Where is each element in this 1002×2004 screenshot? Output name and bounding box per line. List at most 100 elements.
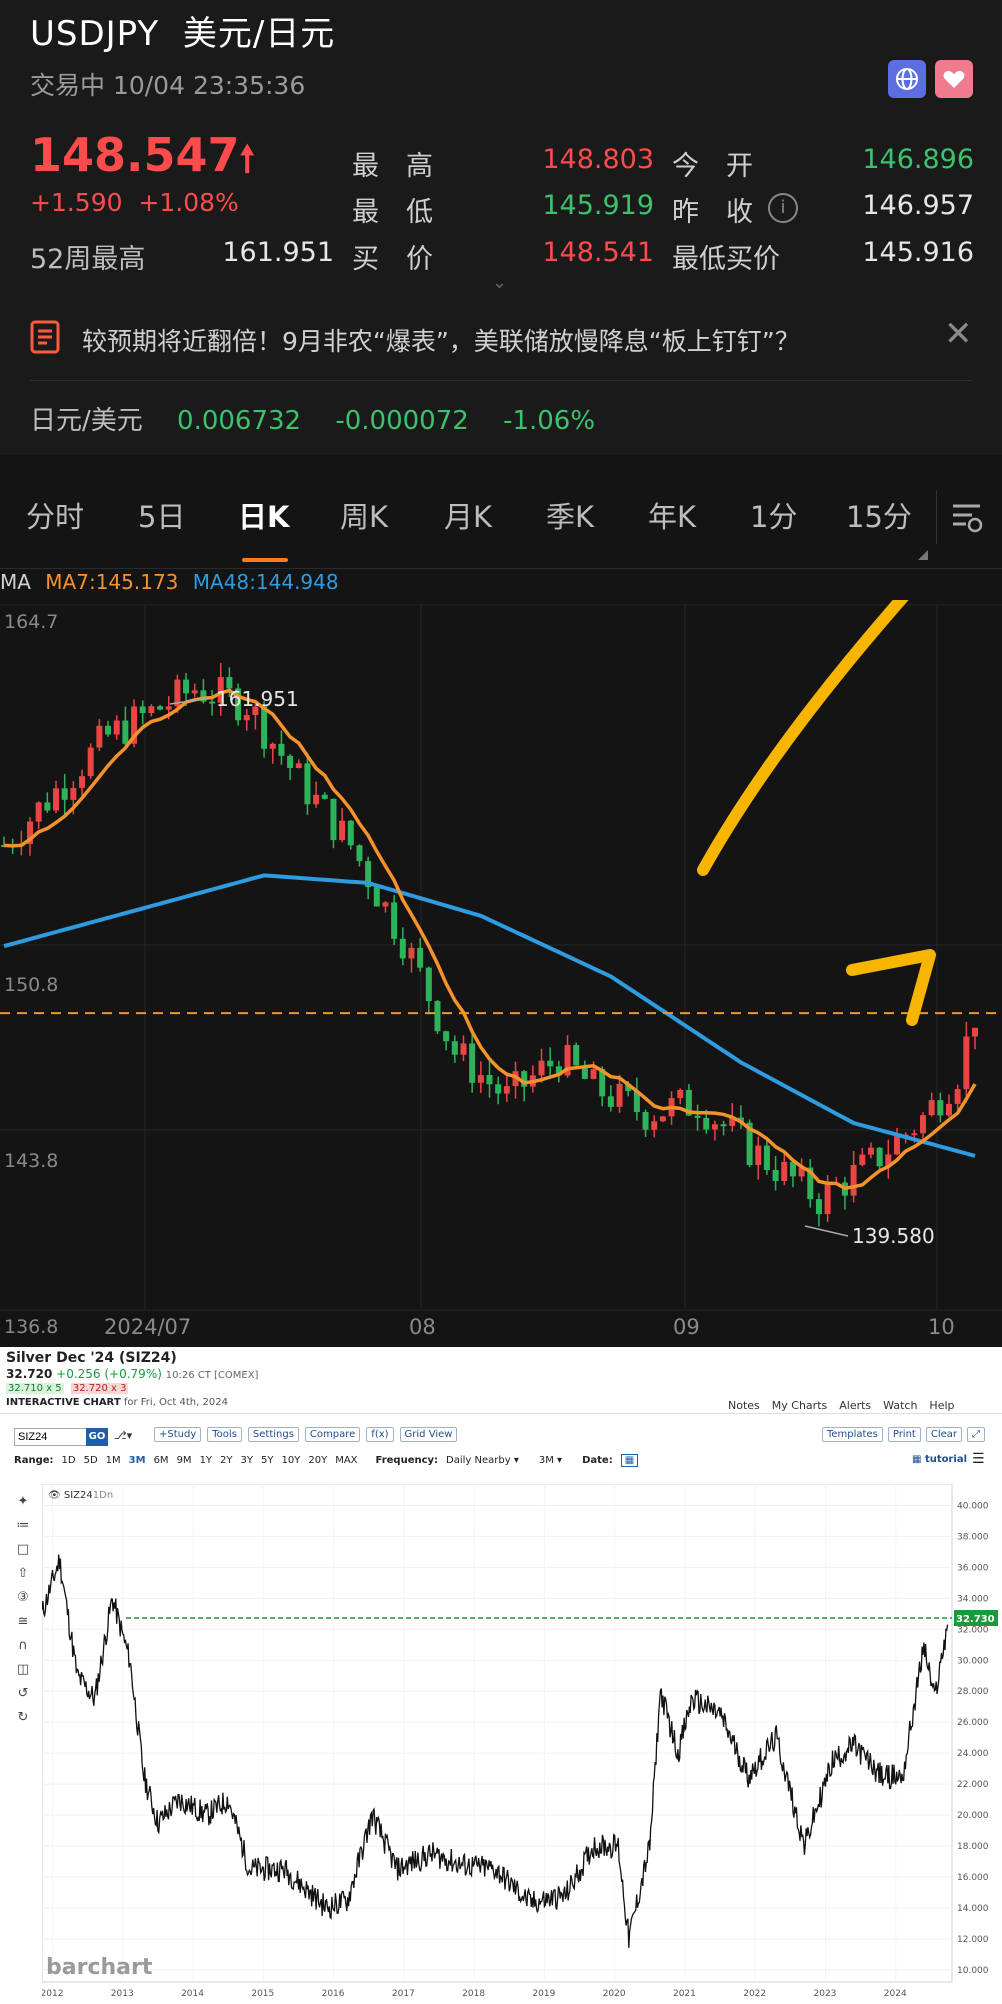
cross-rate: 日元/美元 0.006732 -0.000072 -1.06% [30,406,596,436]
candle-plot[interactable]: 161.951 139.580 164.7 150.8 143.8 136.8 … [0,600,1002,1345]
y-tick-label: 38.000 [957,1532,989,1542]
divider [30,380,972,381]
expand-chevron-icon[interactable]: ⌄ [492,272,507,293]
chart-type-dropdown[interactable]: ⎇▾ [114,1429,132,1442]
tab-5day[interactable]: 5日 [138,494,185,536]
candle [911,1133,918,1136]
range-20y[interactable]: 20Y [308,1455,327,1466]
line-tool-icon[interactable]: ≔ [10,1514,36,1538]
close-icon[interactable]: ✕ [944,314,973,354]
calendar-icon[interactable]: ▦ [620,1454,639,1467]
candle [963,1036,970,1090]
bid-value: 148.541 [542,237,654,268]
x-tick-label: 2018 [462,1989,485,1999]
redo-icon[interactable]: ↻ [10,1706,36,1730]
candle [495,1084,502,1094]
candle [469,1043,476,1083]
chart-settings-icon[interactable] [950,500,984,534]
clear-button[interactable]: Clear [925,1427,963,1442]
candle [391,902,398,939]
my-charts-link[interactable]: My Charts [772,1399,827,1412]
frequency-select[interactable]: Daily Nearby ▾ [446,1455,519,1466]
range-2y[interactable]: 2Y [220,1455,232,1466]
high-label: 161.951 [216,687,299,711]
tab-monthly-k[interactable]: 月K [444,494,492,536]
favorite-button[interactable] [935,60,973,98]
lock-icon[interactable]: ◫ [10,1658,36,1682]
range-9m[interactable]: 9M [177,1455,192,1466]
range-5d[interactable]: 5D [84,1455,98,1466]
tab-1min[interactable]: 1分 [750,494,797,536]
active-tab-indicator [242,558,288,562]
grid-view-button[interactable]: Grid View [399,1427,458,1442]
x-tick-label: 2012 [42,1989,63,1999]
templates-button[interactable]: Templates [822,1427,883,1442]
last-price-tag-text: 32.730 [956,1614,995,1625]
news-banner[interactable]: 较预期将近翻倍！9月非农“爆表”，美联储放慢降息“板上钉钉”？ ✕ [0,298,1002,380]
compare-button[interactable]: Compare [304,1427,361,1442]
news-headline[interactable]: 较预期将近翻倍！9月非农“爆表”，美联储放慢降息“板上钉钉”？ [82,322,932,358]
toolbar: +Study Tools Settings Compare f(x) Grid … [154,1427,458,1442]
candle [815,1199,822,1215]
tools-button[interactable]: Tools [207,1427,242,1442]
candle [61,788,68,800]
range-10y[interactable]: 10Y [282,1455,301,1466]
expand-icon[interactable]: ⤢ [967,1427,986,1442]
week52-value: 161.951 [222,237,334,268]
tab-yearly-k[interactable]: 年K [648,494,696,536]
candle [165,706,172,710]
go-button[interactable]: GO [86,1428,108,1446]
tutorial-link[interactable]: ▦ tutorial [912,1454,967,1465]
symbol-input[interactable] [14,1428,92,1446]
tab-15min[interactable]: 15分 [846,494,912,536]
magnet-icon[interactable]: ∩ [10,1634,36,1658]
last-price: 148.547🠕 [30,128,255,182]
crosshair-icon[interactable]: ✦ [10,1490,36,1514]
barchart-logo: barchart [46,1955,153,1980]
period-select[interactable]: 3M ▾ [539,1455,562,1466]
quote-header: USDJPY 美元/日元 交易中 10/04 23:35:36 148.547🠕… [0,0,1002,455]
silver-price-chart[interactable]: 32.730 40.000 38.000 36.000 34.000 32.000 30.… [42,1484,1002,2004]
x-tick-label: 2015 [251,1989,274,1999]
tab-daily-k[interactable]: 日K [238,494,289,536]
candle [105,725,112,735]
watch-link[interactable]: Watch [883,1399,917,1412]
range-1m[interactable]: 1M [106,1455,121,1466]
range-3m[interactable]: 3M [129,1455,146,1466]
y-label: 143.8 [4,1150,58,1172]
candle [781,1161,788,1182]
print-button[interactable]: Print [887,1427,921,1442]
x-tick-label: 2019 [532,1989,555,1999]
range-1y[interactable]: 1Y [200,1455,212,1466]
fx-button[interactable]: f(x) [366,1427,394,1442]
tab-weekly-k[interactable]: 周K [340,494,388,536]
candle [850,1164,857,1196]
notes-link[interactable]: Notes [728,1399,760,1412]
alerts-link[interactable]: Alerts [839,1399,871,1412]
tab-quarterly-k[interactable]: 季K [546,494,594,536]
help-link[interactable]: Help [929,1399,954,1412]
candle [96,725,103,748]
candle [937,1100,944,1116]
add-study-button[interactable]: +Study [154,1427,202,1442]
range-1d[interactable]: 1D [62,1455,76,1466]
undo-icon[interactable]: ↺ [10,1682,36,1706]
y-label: 150.8 [4,974,58,996]
tab-intraday[interactable]: 分时 [26,494,84,536]
range-6m[interactable]: 6M [154,1455,169,1466]
pattern-tool-icon[interactable]: ≅ [10,1610,36,1634]
range-5y[interactable]: 5Y [261,1455,273,1466]
candle [503,1086,510,1094]
rectangle-tool-icon[interactable]: □ [10,1538,36,1562]
candlestick-chart[interactable]: MA MA7:145.173 MA48:144.948 161.951 139.… [0,570,1002,1345]
globe-button[interactable] [888,60,926,98]
more-periods-icon[interactable] [918,550,928,560]
shape-tool-icon[interactable]: ⇧ [10,1562,36,1586]
range-3y[interactable]: 3Y [241,1455,253,1466]
candle [278,743,285,756]
fib-tool-icon[interactable]: ③ [10,1586,36,1610]
info-icon[interactable]: i [768,193,798,223]
settings-button[interactable]: Settings [247,1427,299,1442]
range-max[interactable]: MAX [335,1455,357,1466]
menu-icon[interactable]: ☰ [972,1451,985,1467]
